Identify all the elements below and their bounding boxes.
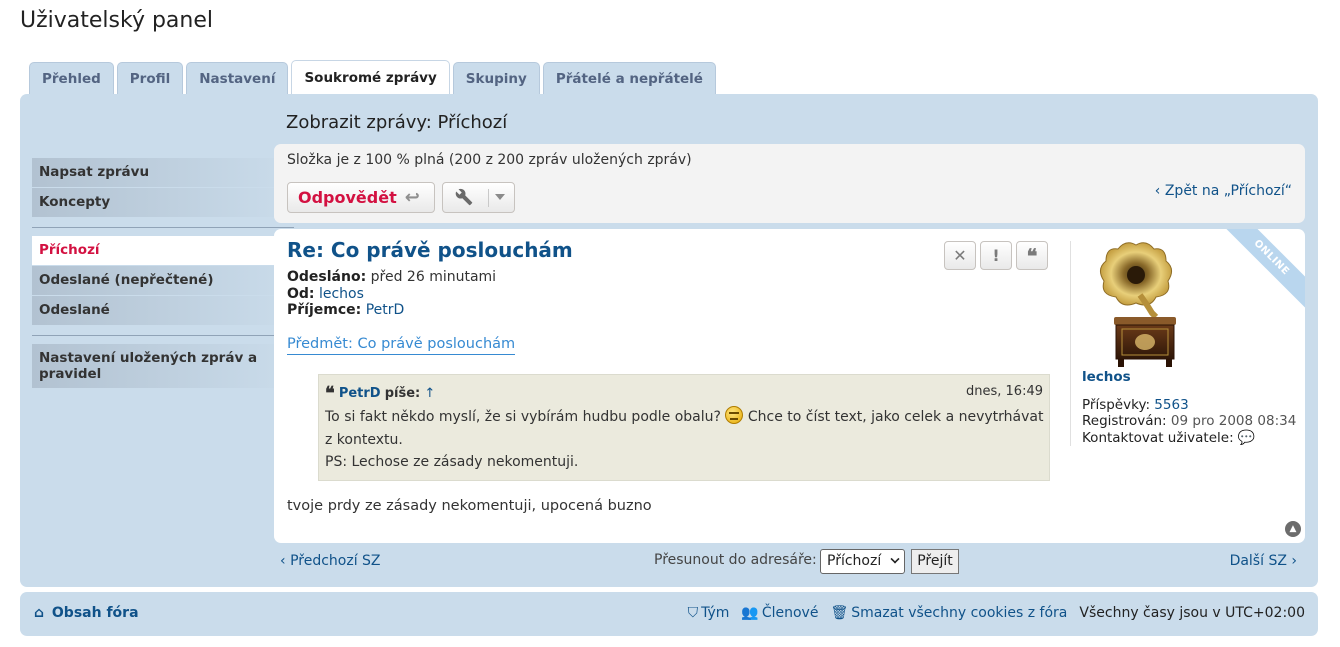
view-heading: Zobrazit zprávy: Příchozí (286, 112, 508, 133)
sidebar-item-inbox[interactable]: Příchozí (32, 236, 294, 265)
trash-icon: 🗑 (830, 605, 849, 621)
go-button[interactable]: Přejít (911, 549, 959, 574)
chevron-down-icon (495, 194, 505, 200)
tab-profile[interactable]: Profil (116, 62, 184, 94)
delete-cookies-link[interactable]: 🗑 Smazat všechny cookies z fóra (830, 605, 1067, 621)
back-to-top-icon[interactable]: ▲ (1285, 521, 1301, 537)
tab-preferences[interactable]: Nastavení (186, 62, 289, 94)
sidebar-item-drafts[interactable]: Koncepty (32, 188, 294, 217)
sidebar-item-sent[interactable]: Odeslané (32, 296, 294, 325)
next-pm-link[interactable]: Další SZ › (1230, 553, 1297, 569)
sidebar-item-outbox[interactable]: Odeslané (nepřečtené) (32, 266, 294, 295)
delete-button[interactable]: ✕ (944, 241, 976, 270)
quote-icon: ❝ (325, 383, 335, 404)
close-icon: ✕ (953, 246, 967, 265)
tab-friends-foes[interactable]: Přátelé a nepřátelé (542, 62, 716, 94)
recipient-link[interactable]: PetrD (366, 302, 405, 318)
smiley-icon (725, 406, 744, 424)
back-to-inbox-link[interactable]: ‹ Zpět na „Příchozí“ (1155, 183, 1292, 199)
move-to-folder-label: Přesunout do adresáře: (654, 552, 817, 568)
subject-link[interactable]: Předmět: Co právě poslouchám (287, 336, 516, 355)
message-meta: Odesláno: před 26 minutami Od: lechos Př… (287, 269, 497, 318)
folder-box: Složka je z 100 % plná (200 z 200 zpráv … (274, 144, 1305, 223)
quote-header: ❝ PetrD píše: ↑ (325, 383, 436, 404)
chat-bubble-icon[interactable]: 💬 (1238, 430, 1255, 446)
sender-link[interactable]: lechos (319, 286, 364, 302)
reply-label: Odpovědět (298, 188, 397, 207)
chevron-down-icon (890, 554, 900, 564)
tab-groups[interactable]: Skupiny (452, 62, 540, 94)
report-button[interactable]: ! (980, 241, 1012, 270)
pm-navigation: ‹ Předchozí SZ Přesunout do adresáře: Př… (274, 548, 1305, 576)
chevron-left-icon: ‹ (1154, 183, 1161, 199)
message-post: Re: Co právě poslouchám Odesláno: před 2… (274, 229, 1305, 543)
quote-block: ❝ PetrD píše: ↑ dnes, 16:49 To si fakt n… (318, 374, 1050, 481)
sent-time: před 26 minutami (370, 269, 497, 285)
message-title[interactable]: Re: Co právě poslouchám (287, 238, 573, 262)
sidebar-item-compose[interactable]: Napsat zprávu (32, 158, 294, 187)
registered-date: 09 pro 2008 08:34 (1170, 413, 1297, 429)
members-link[interactable]: 👥 Členové (741, 605, 818, 621)
online-badge: ONLINE (1220, 229, 1305, 309)
home-icon: ⌂ (34, 605, 45, 621)
profile-info: Příspěvky: 5563 Registrován: 09 pro 2008… (1082, 397, 1297, 446)
page-title: Uživatelský panel (20, 8, 214, 33)
menu-divider (32, 227, 294, 228)
menu-divider (32, 335, 294, 336)
folder-select[interactable]: Příchozí (820, 549, 905, 574)
folder-status: Složka je z 100 % plná (200 z 200 zpráv … (287, 152, 692, 168)
chevron-right-icon: › (1291, 553, 1297, 569)
footer-navbar: ⌂ Obsah fóra ⛉ Tým 👥 Členové 🗑 Smazat všech… (20, 592, 1318, 636)
avatar[interactable] (1096, 237, 1186, 369)
profile-username-link[interactable]: lechos (1082, 369, 1131, 385)
posts-count-link[interactable]: 5563 (1154, 397, 1188, 413)
sidebar-item-pm-options[interactable]: Nastavení uložených zpráv a pravidel (32, 344, 294, 388)
shield-icon: ⛉ (687, 605, 699, 621)
chevron-left-icon: ‹ (280, 553, 286, 569)
wrench-icon (455, 188, 473, 211)
tab-overview[interactable]: Přehled (29, 62, 114, 94)
post-actions: ✕ ! ❝ (944, 241, 1052, 270)
tools-dropdown-button[interactable] (442, 182, 515, 213)
tab-private-messages[interactable]: Soukromé zprávy (291, 60, 450, 94)
reply-button[interactable]: Odpovědět ↩ (287, 182, 435, 213)
cp-tabs: Přehled Profil Nastavení Soukromé zprávy… (29, 60, 719, 94)
board-index-link[interactable]: ⌂ Obsah fóra (34, 605, 139, 621)
quote-text: To si fakt někdo myslí, že si vybírám hu… (325, 406, 1045, 474)
footer-links: ⛉ Tým 👥 Členové 🗑 Smazat všechny cookies z … (688, 605, 1305, 621)
quote-author-link[interactable]: PetrD (339, 386, 381, 401)
previous-pm-link[interactable]: ‹ Předchozí SZ (280, 553, 381, 569)
team-link[interactable]: ⛉ Tým (688, 605, 730, 621)
quote-button[interactable]: ❝ (1016, 241, 1048, 270)
quote-time: dnes, 16:49 (966, 384, 1043, 399)
reply-icon: ↩ (404, 187, 420, 208)
message-body: tvoje prdy ze zásady nekomentuji, upocen… (287, 498, 652, 514)
quote-icon: ❝ (1026, 243, 1038, 268)
timezone-info: Všechny časy jsou v UTC+02:00 (1079, 605, 1305, 621)
users-icon: 👥 (741, 605, 759, 621)
sidebar-menu: Napsat zprávu Koncepty Příchozí Odeslané… (32, 158, 294, 398)
report-icon: ! (992, 246, 1000, 265)
arrow-up-icon[interactable]: ↑ (424, 386, 435, 401)
